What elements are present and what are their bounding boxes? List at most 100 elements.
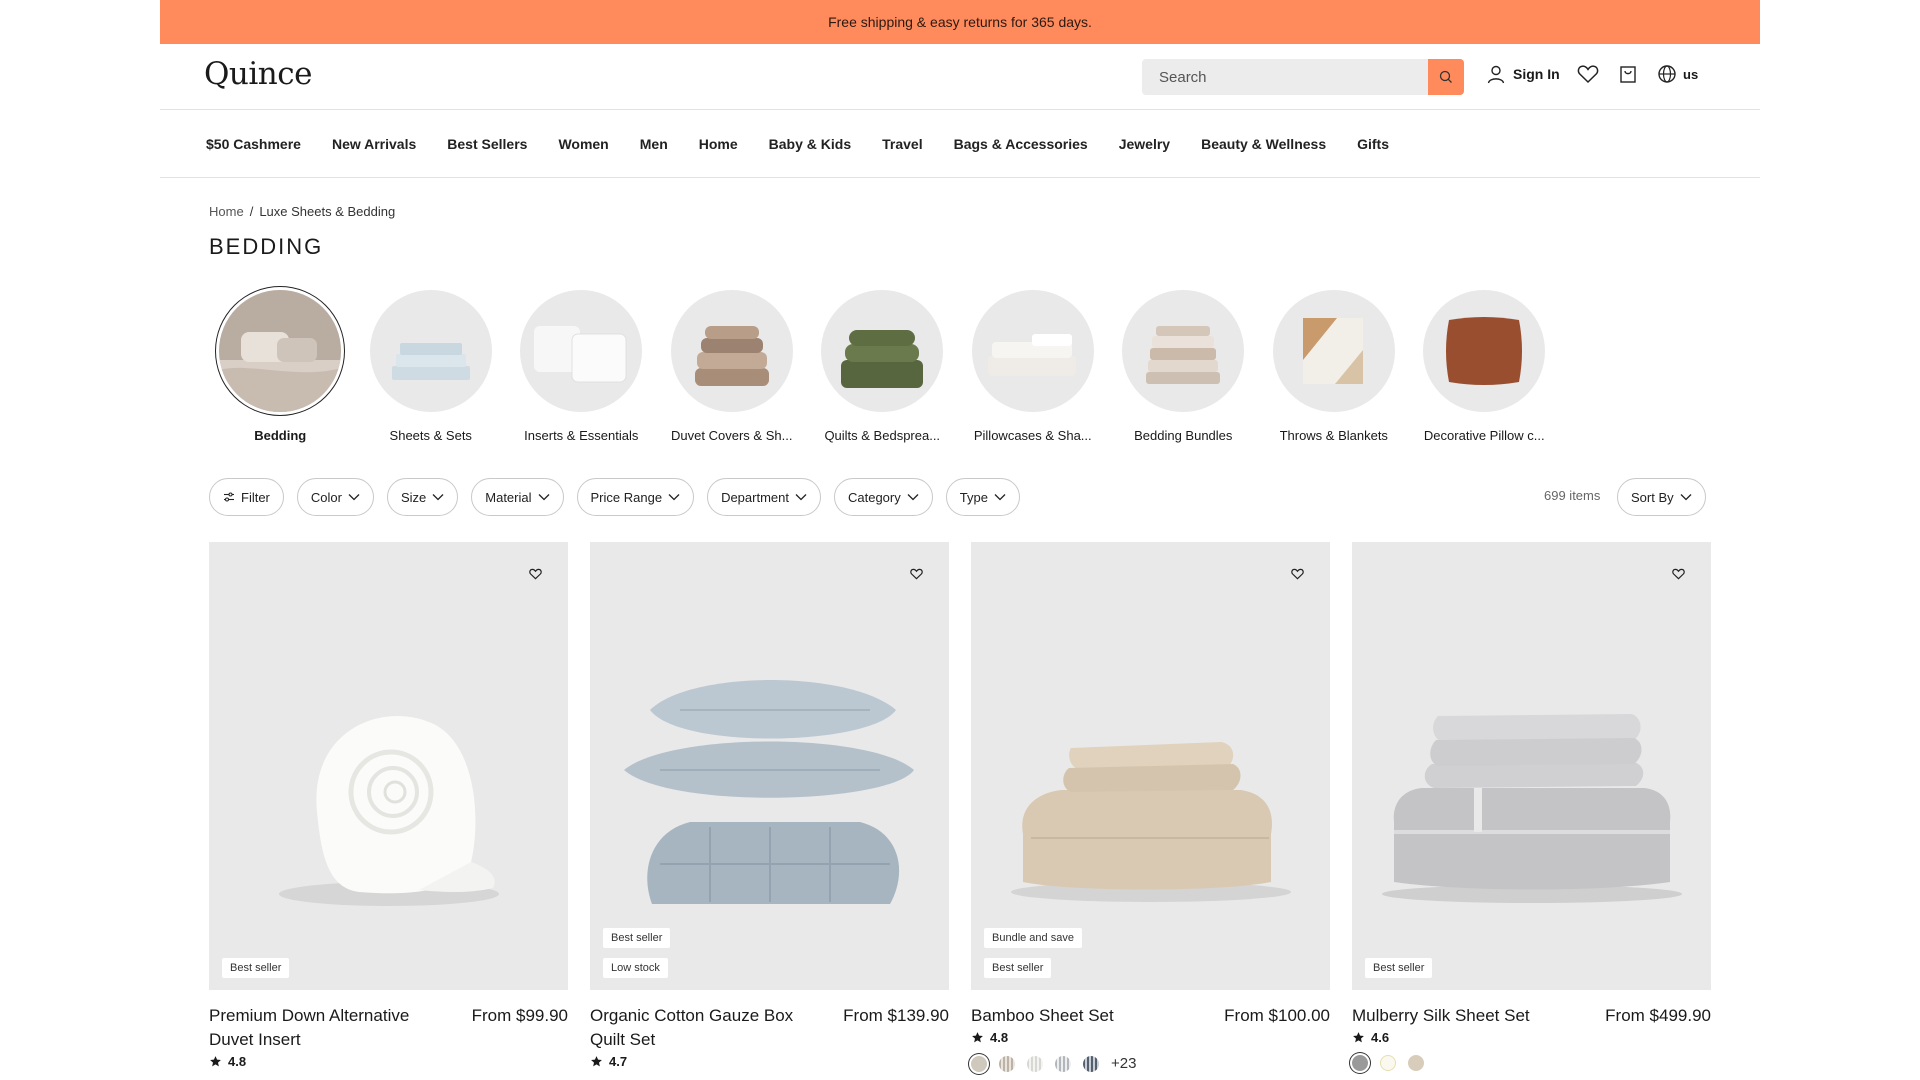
color-swatch[interactable] — [1352, 1055, 1368, 1071]
nav-item-jewelry[interactable]: Jewelry — [1119, 136, 1170, 152]
nav-item-new-arrivals[interactable]: New Arrivals — [332, 136, 416, 152]
category-image — [520, 290, 643, 412]
product-image[interactable]: Bundle and save Best seller — [971, 542, 1330, 990]
color-swatch[interactable] — [1027, 1055, 1043, 1072]
category-pillowcases-shams[interactable]: Pillowcases & Sha... — [958, 290, 1109, 443]
filter-icon — [224, 492, 234, 502]
locale-label: us — [1683, 66, 1699, 82]
filter-label: Price Range — [590, 489, 663, 505]
color-swatches — [1352, 1055, 1711, 1071]
category-decorative-pillows[interactable]: Decorative Pillow c... — [1409, 290, 1560, 443]
filter-material[interactable]: Material — [471, 478, 564, 516]
nav-item-beauty-wellness[interactable]: Beauty & Wellness — [1201, 136, 1326, 152]
product-rating: 4.6 — [1352, 1030, 1711, 1045]
chevron-down-icon — [994, 494, 1006, 501]
search-input[interactable] — [1142, 59, 1428, 95]
badge-stack: Best seller Low stock — [603, 928, 671, 978]
color-swatch[interactable] — [1083, 1055, 1099, 1072]
filter-label: Color — [310, 489, 342, 505]
category-bedding[interactable]: Bedding — [205, 290, 356, 443]
category-image — [1122, 290, 1245, 412]
color-swatch[interactable] — [971, 1055, 987, 1072]
heart-icon[interactable] — [529, 568, 542, 580]
product-card[interactable]: Bundle and save Best seller Bamboo Sheet… — [971, 542, 1330, 1072]
product-name[interactable]: Organic Cotton Gauze Box Quilt Set — [590, 1004, 820, 1052]
filter-size[interactable]: Size — [386, 478, 459, 516]
nav-item-travel[interactable]: Travel — [882, 136, 922, 152]
nav-item-cashmere[interactable]: $50 Cashmere — [206, 136, 301, 152]
heart-icon[interactable] — [1672, 568, 1685, 580]
heart-icon[interactable] — [910, 568, 923, 580]
product-card[interactable]: Best seller Low stock Organic Cotton Gau… — [590, 542, 949, 1072]
more-colors[interactable]: +23 — [1111, 1055, 1136, 1072]
rating-value: 4.8 — [228, 1054, 247, 1069]
category-duvet-covers[interactable]: Duvet Covers & Sh... — [657, 290, 808, 443]
product-rating: 4.7 — [590, 1054, 949, 1069]
filter-label: Size — [400, 489, 427, 505]
product-image[interactable]: Best seller Low stock — [590, 542, 949, 990]
color-swatch[interactable] — [999, 1055, 1015, 1072]
category-label: Pillowcases & Sha... — [973, 428, 1092, 443]
product-image[interactable]: Best seller — [209, 542, 568, 990]
search-bar — [1142, 59, 1464, 95]
badge-stack: Bundle and save Best seller — [984, 928, 1082, 978]
product-name[interactable]: Bamboo Sheet Set — [971, 1004, 1114, 1028]
product-name[interactable]: Premium Down Alternative Duvet Insert — [209, 1004, 439, 1052]
nav-item-gifts[interactable]: Gifts — [1357, 136, 1389, 152]
category-label: Decorative Pillow c... — [1423, 428, 1545, 443]
category-quilts-bedspreads[interactable]: Quilts & Bedsprea... — [807, 290, 958, 443]
category-sheets-sets[interactable]: Sheets & Sets — [356, 290, 507, 443]
color-swatch[interactable] — [1380, 1055, 1396, 1071]
category-image — [670, 290, 793, 412]
product-rating: 4.8 — [209, 1054, 568, 1069]
nav-item-men[interactable]: Men — [640, 136, 668, 152]
breadcrumb: Home / Luxe Sheets & Bedding — [209, 204, 395, 219]
nav-item-baby-kids[interactable]: Baby & Kids — [769, 136, 851, 152]
product-info: Bamboo Sheet Set From $100.00 — [971, 1004, 1330, 1028]
heart-icon[interactable] — [1291, 568, 1304, 580]
nav-item-home[interactable]: Home — [699, 136, 738, 152]
nav-item-bags-accessories[interactable]: Bags & Accessories — [954, 136, 1088, 152]
color-swatch[interactable] — [1055, 1055, 1071, 1072]
category-image — [369, 290, 492, 412]
product-card[interactable]: Best seller Premium Down Alternative Duv… — [209, 542, 568, 1072]
star-icon — [1353, 1032, 1364, 1043]
cart-button[interactable] — [1618, 64, 1638, 84]
search-button[interactable] — [1428, 59, 1464, 95]
filter-button[interactable]: Filter — [209, 478, 284, 516]
site-header: Quince Sign In — [160, 44, 1760, 110]
category-image — [821, 290, 944, 412]
nav-item-women[interactable]: Women — [558, 136, 608, 152]
star-icon — [210, 1056, 221, 1067]
status-badge: Bundle and save — [984, 928, 1082, 948]
product-name[interactable]: Mulberry Silk Sheet Set — [1352, 1004, 1530, 1028]
status-badge: Best seller — [603, 928, 671, 948]
filter-type[interactable]: Type — [945, 478, 1020, 516]
locale-selector[interactable]: us — [1657, 64, 1698, 84]
product-rating: 4.8 — [971, 1030, 1330, 1045]
breadcrumb-home[interactable]: Home — [209, 204, 244, 219]
filter-category[interactable]: Category — [833, 478, 933, 516]
color-swatches: +23 — [971, 1055, 1330, 1072]
filter-department[interactable]: Department — [707, 478, 821, 516]
sign-in-link[interactable]: Sign In — [1486, 64, 1560, 84]
promo-banner[interactable]: Free shipping & easy returns for 365 day… — [160, 0, 1760, 44]
category-inserts-essentials[interactable]: Inserts & Essentials — [506, 290, 657, 443]
chevron-down-icon — [1680, 494, 1692, 501]
product-image[interactable]: Best seller — [1352, 542, 1711, 990]
rating-value: 4.6 — [1371, 1030, 1390, 1045]
status-badge: Low stock — [603, 958, 668, 978]
sort-dropdown[interactable]: Sort By — [1617, 478, 1706, 516]
wishlist-button[interactable] — [1577, 64, 1599, 84]
logo[interactable]: Quince — [204, 56, 312, 92]
category-bedding-bundles[interactable]: Bedding Bundles — [1108, 290, 1259, 443]
color-swatch[interactable] — [1408, 1055, 1424, 1071]
category-label: Throws & Blankets — [1279, 428, 1388, 443]
nav-item-best-sellers[interactable]: Best Sellers — [447, 136, 527, 152]
category-throws-blankets[interactable]: Throws & Blankets — [1259, 290, 1410, 443]
filter-color[interactable]: Color — [296, 478, 374, 516]
page: Free shipping & easy returns for 365 day… — [160, 0, 1760, 1080]
filter-price-range[interactable]: Price Range — [576, 478, 695, 516]
product-card[interactable]: Best seller Mulberry Silk Sheet Set From… — [1352, 542, 1711, 1072]
category-carousel: Bedding Sheets & Sets Inserts & Essentia… — [205, 290, 1560, 443]
